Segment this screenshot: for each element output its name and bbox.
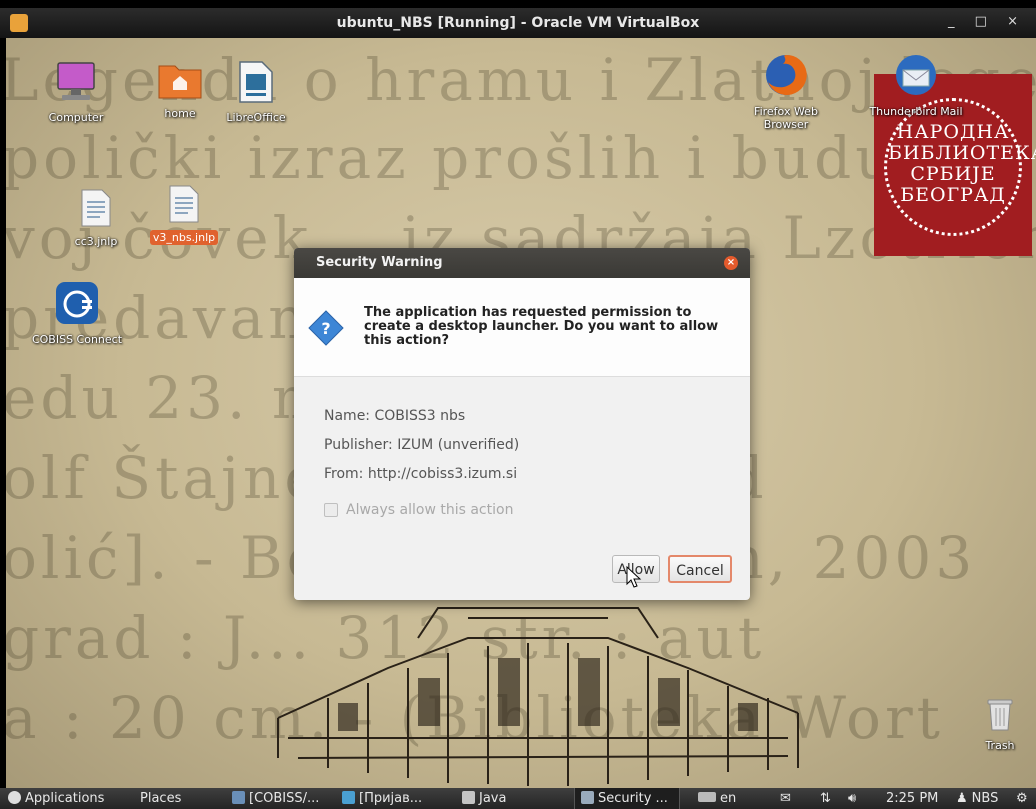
user-icon: ♟ [956,791,968,806]
security-window-icon [581,791,594,804]
app-source: From: http://cobiss3.izum.si [324,466,518,482]
taskbar-window-cobiss[interactable]: [COBISS/... [226,788,326,809]
logo-line: НАРОДНА [896,121,1010,143]
keyboard-indicator[interactable]: en [698,791,736,806]
cobiss-window-icon [232,791,245,804]
cobiss-connect-icon [56,282,98,324]
app-publisher: Publisher: IZUM (unverified) [324,437,520,453]
taskbar-window-label: [COBISS/... [249,791,320,806]
taskbar-window-java[interactable]: Java [456,788,546,809]
app-name: Name: COBISS3 nbs [324,408,466,424]
mail-indicator-icon[interactable]: ✉ [780,791,791,806]
logo-text: НАРОДНА БИБЛИОТЕКА СРБИЈЕ БЕОГРАД [888,121,1036,206]
desktop-icon-label: Thunderbird Mail [869,105,963,118]
security-warning-dialog: Security Warning × ? The application has… [294,248,750,600]
dialog-message: The application has requested permission… [364,305,719,348]
taskbar-window-security[interactable]: Security ... [574,788,680,809]
network-icon[interactable]: ⇅ [820,791,831,806]
desktop-icon-computer[interactable]: Computer [28,60,124,124]
thunderbird-icon [896,55,936,95]
taskbar-window-label: Security ... [598,791,668,806]
prijava-window-icon [342,791,355,804]
applications-menu[interactable]: Applications [8,791,104,806]
taskbar-window-label: Java [479,791,507,806]
application-details: Name: COBISS3 nbs Publisher: IZUM (unver… [324,408,519,524]
dialog-title: Security Warning [316,255,443,270]
logo-line: БЕОГРАД [900,184,1006,206]
dialog-titlebar[interactable]: Security Warning × [294,248,750,278]
cancel-button[interactable]: Cancel [668,555,732,583]
taskbar: Applications Places [COBISS/... [Пријав.… [0,788,1036,809]
desktop-icon-label: Trash [985,739,1015,752]
volume-icon[interactable]: 🔊︎ [848,791,856,806]
window-controls[interactable]: _ □ × [948,14,1026,29]
user-name: NBS [971,791,999,806]
desktop-icon-thunderbird[interactable]: Thunderbird Mail [868,52,964,118]
firefox-icon [766,54,807,95]
dialog-message-area: ? The application has requested permissi… [294,278,750,377]
taskbar-window-label: [Пријав... [359,791,423,806]
library-building-sketch [277,607,799,786]
desktop-icon-cobiss-connect[interactable]: COBISS Connect [22,280,132,346]
desktop-icon-label: COBISS Connect [31,333,123,346]
desktop-icon-cc3-jnlp[interactable]: cc3.jnlp [48,188,144,248]
logo-line: СРБИЈЕ [910,163,996,185]
places-menu[interactable]: Places [140,791,181,806]
desktop-icon-label: cc3.jnlp [74,235,118,248]
trash-icon [987,699,1013,731]
home-folder-icon [158,65,202,99]
ubuntu-logo-icon [8,791,21,804]
keyboard-icon [698,792,716,802]
desktop-icon-label: LibreOffice [226,111,286,124]
checkbox-label: Always allow this action [346,501,514,518]
desktop-icon-firefox[interactable]: Firefox Web Browser [738,52,834,131]
clock[interactable]: 2:25 PM [886,791,938,806]
taskbar-window-prijava[interactable]: [Пријав... [336,788,436,809]
background-text-line: polički izraz prošlih i budućih [6,124,997,192]
computer-icon [57,62,95,100]
desktop-icon-label-selected: v3_nbs.jnlp [149,230,219,245]
java-window-icon [462,791,475,804]
file-icon [81,189,111,227]
window-title: ubuntu_NBS [Running] - Oracle VM Virtual… [336,15,700,31]
vm-window-titlebar[interactable]: ubuntu_NBS [Running] - Oracle VM Virtual… [0,8,1036,38]
always-allow-checkbox[interactable]: Always allow this action [324,495,519,524]
desktop-icon-libreoffice[interactable]: LibreOffice [208,60,304,124]
svg-text:?: ? [321,319,330,338]
question-icon: ? [308,310,344,346]
close-icon[interactable]: × [724,256,738,270]
desktop-icon-label: Firefox Web Browser [754,105,818,131]
applications-label: Applications [25,791,105,806]
desktop-icon-v3-nbs-jnlp[interactable]: v3_nbs.jnlp [136,184,232,245]
settings-gear-icon[interactable]: ⚙ [1016,791,1028,806]
logo-line: БИБЛИОТЕКА [888,142,1036,164]
checkbox-box[interactable] [324,502,338,517]
file-icon [169,185,199,223]
libreoffice-icon [239,61,273,103]
user-menu[interactable]: ♟ NBS [956,791,998,806]
desktop-icon-label: Computer [48,111,104,124]
mouse-cursor-icon [626,566,642,588]
desktop-icon-trash[interactable]: Trash [968,694,1032,752]
keyboard-layout: en [720,791,737,806]
